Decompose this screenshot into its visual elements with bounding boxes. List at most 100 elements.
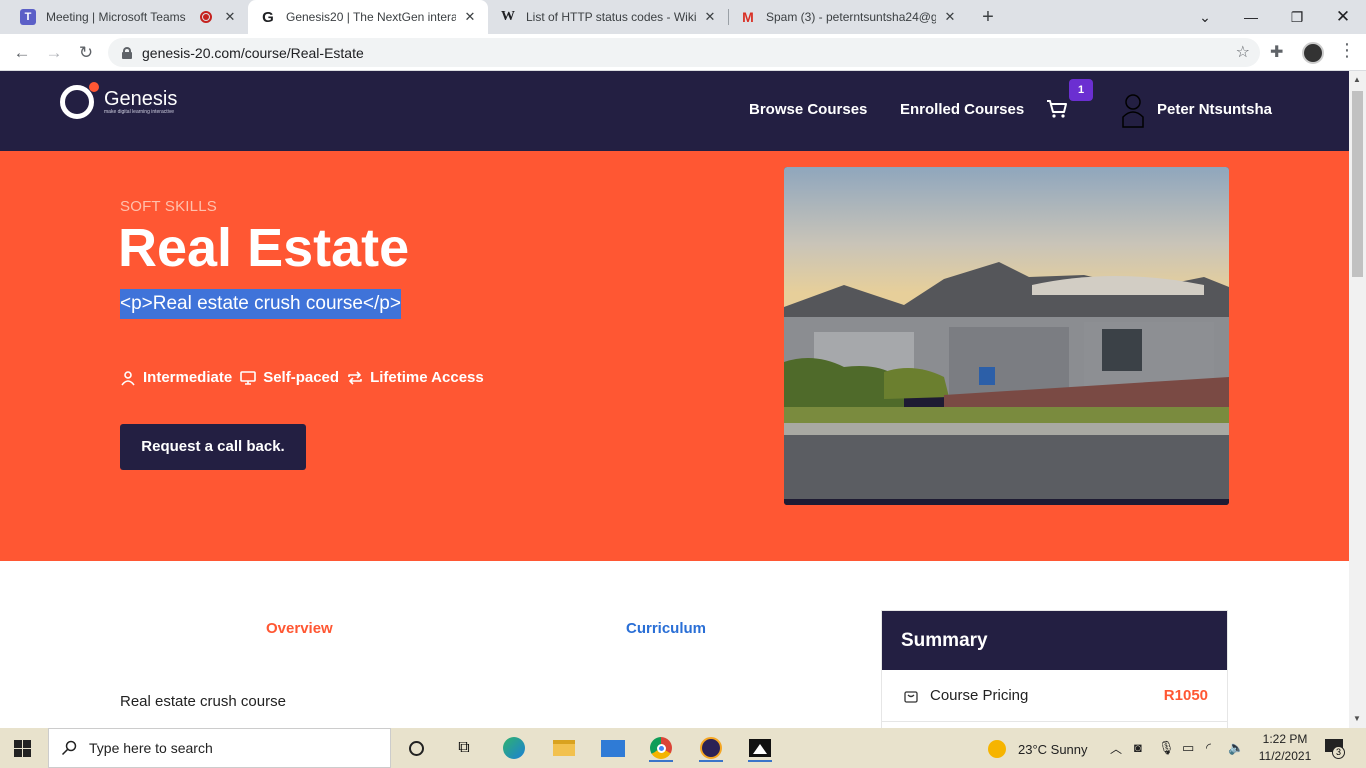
- active-app-indicator: [649, 760, 673, 762]
- weather-widget[interactable]: 23°C Sunny: [988, 740, 1088, 758]
- logo-tagline: make digital learning interactive: [104, 109, 175, 115]
- user-icon[interactable]: [1121, 93, 1145, 129]
- task-view-icon[interactable]: ⧉: [450, 734, 478, 762]
- new-tab-button[interactable]: +: [976, 5, 1000, 29]
- user-name[interactable]: Peter Ntsuntsha: [1157, 101, 1272, 118]
- pricing-label: Course Pricing: [930, 687, 1029, 704]
- microphone-icon[interactable]: 🎙: [1158, 740, 1175, 756]
- notification-count: 3: [1332, 746, 1345, 759]
- wifi-icon[interactable]: ◜: [1206, 740, 1211, 756]
- page-viewport: Genesis make digital learning interactiv…: [0, 71, 1349, 728]
- site-header: Genesis make digital learning interactiv…: [0, 71, 1349, 151]
- chrome-icon[interactable]: [647, 734, 675, 762]
- tab-search-button[interactable]: ⌄: [1182, 0, 1228, 34]
- address-bar[interactable]: genesis-20.com/course/Real-Estate ☆: [108, 38, 1260, 67]
- edge-icon[interactable]: [500, 734, 528, 762]
- close-icon[interactable]: ✕: [222, 9, 238, 25]
- tab-teams[interactable]: T Meeting | Microsoft Teams ✕: [8, 0, 248, 34]
- restore-button[interactable]: ❐: [1274, 0, 1320, 34]
- photos-icon[interactable]: [746, 734, 774, 762]
- camera-icon[interactable]: ◙: [1134, 740, 1142, 755]
- forward-arrow-icon[interactable]: →: [41, 40, 67, 66]
- chevron-up-icon[interactable]: ︿: [1110, 740, 1122, 757]
- active-app-indicator: [748, 760, 772, 762]
- tab-title: Meeting | Microsoft Teams: [46, 10, 186, 24]
- notification-center-icon[interactable]: 3: [1325, 739, 1345, 759]
- file-explorer-icon[interactable]: [550, 734, 578, 762]
- windows-start-icon[interactable]: [14, 740, 31, 757]
- recording-icon: [200, 11, 212, 23]
- feature-access-label: Lifetime Access: [370, 369, 484, 386]
- overview-text: Real estate crush course: [120, 693, 286, 710]
- feature-pace-label: Self-paced: [263, 369, 340, 386]
- genesis-g-icon: G: [262, 8, 274, 26]
- lock-icon[interactable]: [122, 46, 132, 59]
- search-icon: [61, 740, 77, 756]
- url-text: genesis-20.com/course/Real-Estate: [142, 44, 364, 61]
- feature-access: Lifetime Access: [347, 369, 484, 386]
- eclipse-icon[interactable]: [697, 734, 725, 762]
- logo-text: Genesis: [104, 88, 178, 110]
- clock-time: 1:22 PM: [1262, 732, 1308, 746]
- page-scrollbar[interactable]: ▲ ▼: [1349, 71, 1366, 728]
- scroll-down-arrow-icon[interactable]: ▼: [1353, 714, 1361, 723]
- gmail-icon: M: [742, 9, 754, 25]
- search-placeholder: Type here to search: [89, 740, 213, 756]
- active-app-indicator: [699, 760, 723, 762]
- back-arrow-icon[interactable]: ←: [9, 40, 35, 66]
- cortana-icon[interactable]: [402, 734, 430, 762]
- teams-icon: T: [20, 9, 36, 25]
- course-image-house-photo: [784, 167, 1229, 505]
- chrome-menu-icon[interactable]: ⋮: [1338, 40, 1356, 61]
- close-icon[interactable]: ✕: [702, 9, 718, 25]
- tab-genesis[interactable]: G Genesis20 | The NextGen interact ✕: [248, 0, 488, 34]
- cart-icon[interactable]: [1046, 99, 1068, 119]
- repeat-icon: [348, 370, 362, 385]
- profile-avatar[interactable]: [1302, 42, 1324, 64]
- scrollbar-thumb[interactable]: [1352, 91, 1363, 277]
- tab-wikipedia[interactable]: W List of HTTP status codes - Wikip ✕: [488, 0, 728, 34]
- volume-icon[interactable]: 🔈: [1228, 740, 1244, 756]
- clock-date: 11/2/2021: [1258, 749, 1312, 763]
- system-clock[interactable]: 1:22 PM 11/2/2021: [1250, 731, 1320, 765]
- summary-title: Summary: [882, 611, 1227, 670]
- battery-icon[interactable]: ▭: [1182, 740, 1194, 756]
- browser-toolbar: ← → ↻ genesis-20.com/course/Real-Estate …: [0, 34, 1366, 71]
- course-features: Intermediate Self-paced Lifetime Access: [120, 369, 492, 386]
- shopping-bag-icon: [904, 690, 918, 703]
- genesis-logo[interactable]: Genesis make digital learning interactiv…: [60, 82, 178, 119]
- scroll-up-arrow-icon[interactable]: ▲: [1353, 75, 1361, 84]
- monitor-icon: [240, 370, 257, 385]
- close-icon[interactable]: ✕: [942, 9, 958, 25]
- mail-icon[interactable]: [599, 734, 627, 762]
- genesis-g-icon: [60, 82, 99, 119]
- close-window-button[interactable]: ✕: [1320, 0, 1366, 34]
- browser-tab-strip: T Meeting | Microsoft Teams ✕ G Genesis2…: [0, 0, 1366, 34]
- tab-overview[interactable]: Overview: [266, 620, 333, 637]
- minimize-button[interactable]: —: [1228, 0, 1274, 34]
- weather-text: 23°C Sunny: [1018, 741, 1088, 757]
- feature-pace: Self-paced: [240, 369, 339, 386]
- request-call-back-button[interactable]: Request a call back.: [120, 424, 306, 470]
- taskbar-search-input[interactable]: Type here to search: [48, 728, 391, 768]
- bookmark-star-icon[interactable]: ☆: [1236, 42, 1250, 62]
- cart-count-badge: 1: [1069, 79, 1093, 101]
- nav-browse-courses[interactable]: Browse Courses: [749, 101, 867, 118]
- nav-enrolled-courses[interactable]: Enrolled Courses: [900, 101, 1024, 118]
- person-icon: [121, 370, 135, 386]
- course-description: <p>Real estate crush course</p>: [120, 289, 401, 319]
- tab-curriculum[interactable]: Curriculum: [626, 620, 706, 637]
- windows-taskbar: Type here to search ⧉ 23°C Sunny ︿ ◙ 🎙 ▭…: [0, 728, 1366, 768]
- tab-gmail[interactable]: M Spam (3) - peterntsuntsha24@gm ✕: [728, 0, 968, 34]
- sun-icon: [988, 740, 1006, 758]
- course-hero: SOFT SKILLS Real Estate <p>Real estate c…: [0, 151, 1349, 561]
- tab-title: List of HTTP status codes - Wikip: [526, 10, 696, 24]
- course-title: Real Estate: [118, 218, 410, 278]
- summary-row-pricing: Course Pricing R1050: [882, 670, 1227, 722]
- feature-level-label: Intermediate: [143, 369, 233, 386]
- reload-icon[interactable]: ↻: [73, 40, 99, 66]
- close-icon[interactable]: ✕: [462, 9, 478, 25]
- summary-panel: Summary Course Pricing R1050: [881, 610, 1228, 728]
- pricing-value: R1050: [1163, 687, 1208, 704]
- extensions-puzzle-icon[interactable]: ✚: [1270, 42, 1283, 62]
